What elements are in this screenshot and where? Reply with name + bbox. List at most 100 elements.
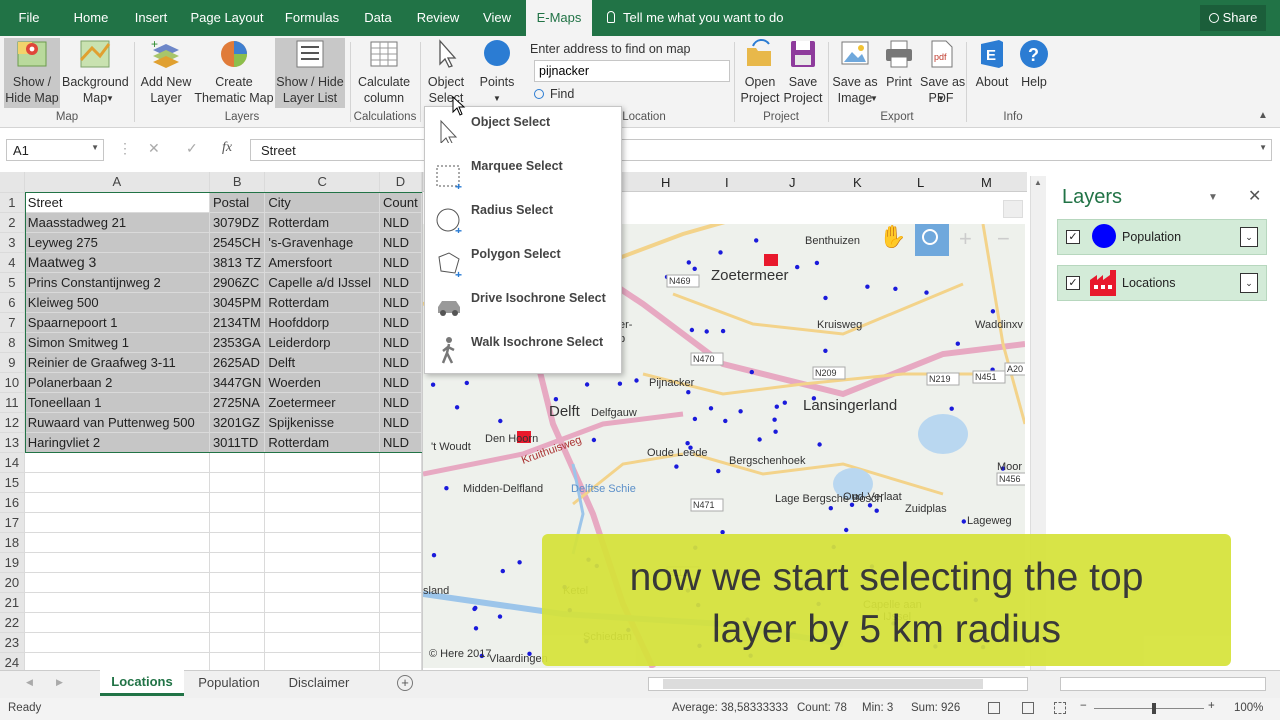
- layer-expand-icon[interactable]: ⌄: [1240, 227, 1258, 247]
- about-button[interactable]: E About: [972, 38, 1012, 90]
- cell[interactable]: [264, 632, 380, 653]
- cell[interactable]: 2625AD: [209, 352, 266, 373]
- cell[interactable]: 3011TD: [209, 432, 266, 453]
- cell[interactable]: NLD: [379, 212, 422, 233]
- cell[interactable]: 3201GZ: [209, 412, 266, 433]
- column-header[interactable]: D: [379, 172, 422, 193]
- cell[interactable]: NLD: [379, 252, 422, 273]
- population-point[interactable]: [949, 406, 954, 411]
- row-header[interactable]: 24: [0, 652, 25, 670]
- cell[interactable]: Amersfoort: [264, 252, 380, 273]
- cell[interactable]: 2906ZC: [209, 272, 266, 293]
- cell[interactable]: Maasstadweg 21: [24, 212, 210, 233]
- cell[interactable]: Reinier de Graafweg 3-11: [24, 352, 210, 373]
- row-header[interactable]: 20: [0, 572, 25, 593]
- tab-file[interactable]: File: [8, 0, 50, 36]
- column-header[interactable]: M: [981, 175, 992, 190]
- cell[interactable]: 3079DZ: [209, 212, 266, 233]
- cell[interactable]: Toneellaan 1: [24, 392, 210, 413]
- location-marker-icon[interactable]: [764, 254, 778, 266]
- zoom-tool-button[interactable]: [915, 224, 949, 256]
- scroll-right-icon[interactable]: ▶: [56, 677, 63, 688]
- population-point[interactable]: [473, 626, 479, 631]
- layer-row-population[interactable]: ✓ Population ⌄: [1057, 219, 1267, 255]
- column-header[interactable]: A: [24, 172, 210, 193]
- cell[interactable]: [379, 472, 422, 493]
- population-point[interactable]: [431, 553, 437, 558]
- add-sheet-icon[interactable]: +: [397, 675, 413, 691]
- tab-insert[interactable]: Insert: [126, 0, 176, 36]
- cell[interactable]: [209, 652, 266, 670]
- cell[interactable]: [24, 612, 210, 633]
- cell[interactable]: Maatweg 3: [24, 252, 210, 273]
- population-point[interactable]: [464, 380, 469, 386]
- row-header[interactable]: 21: [0, 592, 25, 613]
- cell[interactable]: [209, 532, 266, 553]
- population-point[interactable]: [814, 260, 820, 266]
- population-point[interactable]: [924, 290, 929, 295]
- close-icon[interactable]: ✕: [1248, 186, 1261, 206]
- scroll-up-icon[interactable]: ▲: [1034, 178, 1042, 187]
- zoom-out-icon[interactable]: −: [997, 226, 1010, 252]
- cell[interactable]: [209, 492, 266, 513]
- show-hide-layer-list-button[interactable]: Show / Hide Layer List: [275, 38, 345, 108]
- insert-function-button[interactable]: fx: [222, 140, 232, 156]
- cell[interactable]: [379, 452, 422, 473]
- cell[interactable]: [209, 512, 266, 533]
- population-point[interactable]: [823, 295, 828, 301]
- population-point[interactable]: [774, 404, 779, 409]
- population-point[interactable]: [817, 442, 822, 447]
- row-header[interactable]: 16: [0, 492, 25, 513]
- cell[interactable]: [209, 472, 266, 493]
- cell[interactable]: Ruwaard van Puttenweg 500: [24, 412, 210, 433]
- population-point[interactable]: [674, 464, 679, 469]
- name-box[interactable]: A1 ▼: [6, 139, 104, 161]
- population-point[interactable]: [430, 382, 436, 387]
- collapse-ribbon-icon[interactable]: ▲: [1258, 110, 1268, 121]
- row-header[interactable]: 7: [0, 312, 25, 333]
- layer-checkbox[interactable]: ✓: [1066, 230, 1080, 244]
- row-header[interactable]: 18: [0, 532, 25, 553]
- sheet-tab-locations[interactable]: Locations: [100, 670, 184, 696]
- cell[interactable]: NLD: [379, 232, 422, 253]
- population-point[interactable]: [828, 506, 833, 511]
- open-project-button[interactable]: Open Project: [738, 38, 782, 106]
- cell[interactable]: 2725NA: [209, 392, 266, 413]
- zoom-in-button[interactable]: +: [1208, 700, 1215, 712]
- column-header[interactable]: L: [917, 175, 924, 190]
- find-button[interactable]: Find: [534, 87, 574, 101]
- save-as-image-button[interactable]: Save as Image ▼: [832, 38, 878, 106]
- cell[interactable]: 3447GN: [209, 372, 266, 393]
- population-point[interactable]: [749, 369, 754, 375]
- row-header[interactable]: 8: [0, 332, 25, 353]
- cell[interactable]: Leyweg 275: [24, 232, 210, 253]
- cell[interactable]: Spaarnepoort 1: [24, 312, 210, 333]
- sheet-tab-disclaimer[interactable]: Disclaimer: [276, 675, 362, 690]
- tell-me-box[interactable]: Tell me what you want to do: [607, 0, 783, 36]
- row-header[interactable]: 15: [0, 472, 25, 493]
- population-point[interactable]: [692, 266, 697, 271]
- cell[interactable]: [379, 632, 422, 653]
- normal-view-icon[interactable]: [988, 702, 1000, 714]
- formula-input[interactable]: Street ▼: [250, 139, 1272, 161]
- cell[interactable]: [209, 612, 266, 633]
- cell[interactable]: Kleiweg 500: [24, 292, 210, 313]
- cell[interactable]: [264, 592, 380, 613]
- cell[interactable]: Delft: [264, 352, 380, 373]
- tab-home[interactable]: Home: [66, 0, 116, 36]
- cell[interactable]: NLD: [379, 432, 422, 453]
- cell[interactable]: [209, 592, 266, 613]
- population-point[interactable]: [617, 381, 623, 386]
- tab-formulas[interactable]: Formulas: [280, 0, 344, 36]
- row-header[interactable]: 12: [0, 412, 25, 433]
- cell[interactable]: 's-Gravenhage: [264, 232, 380, 253]
- cell[interactable]: [264, 572, 380, 593]
- points-button[interactable]: Points ▼: [474, 38, 520, 103]
- column-header[interactable]: B: [209, 172, 266, 193]
- cell[interactable]: [264, 552, 380, 573]
- select-all-corner[interactable]: [0, 172, 25, 193]
- cell[interactable]: Haringvliet 2: [24, 432, 210, 453]
- population-point[interactable]: [772, 417, 777, 422]
- cell[interactable]: Rotterdam: [264, 432, 380, 453]
- menu-item-walk-isochrone-select[interactable]: Walk Isochrone Select: [425, 327, 621, 371]
